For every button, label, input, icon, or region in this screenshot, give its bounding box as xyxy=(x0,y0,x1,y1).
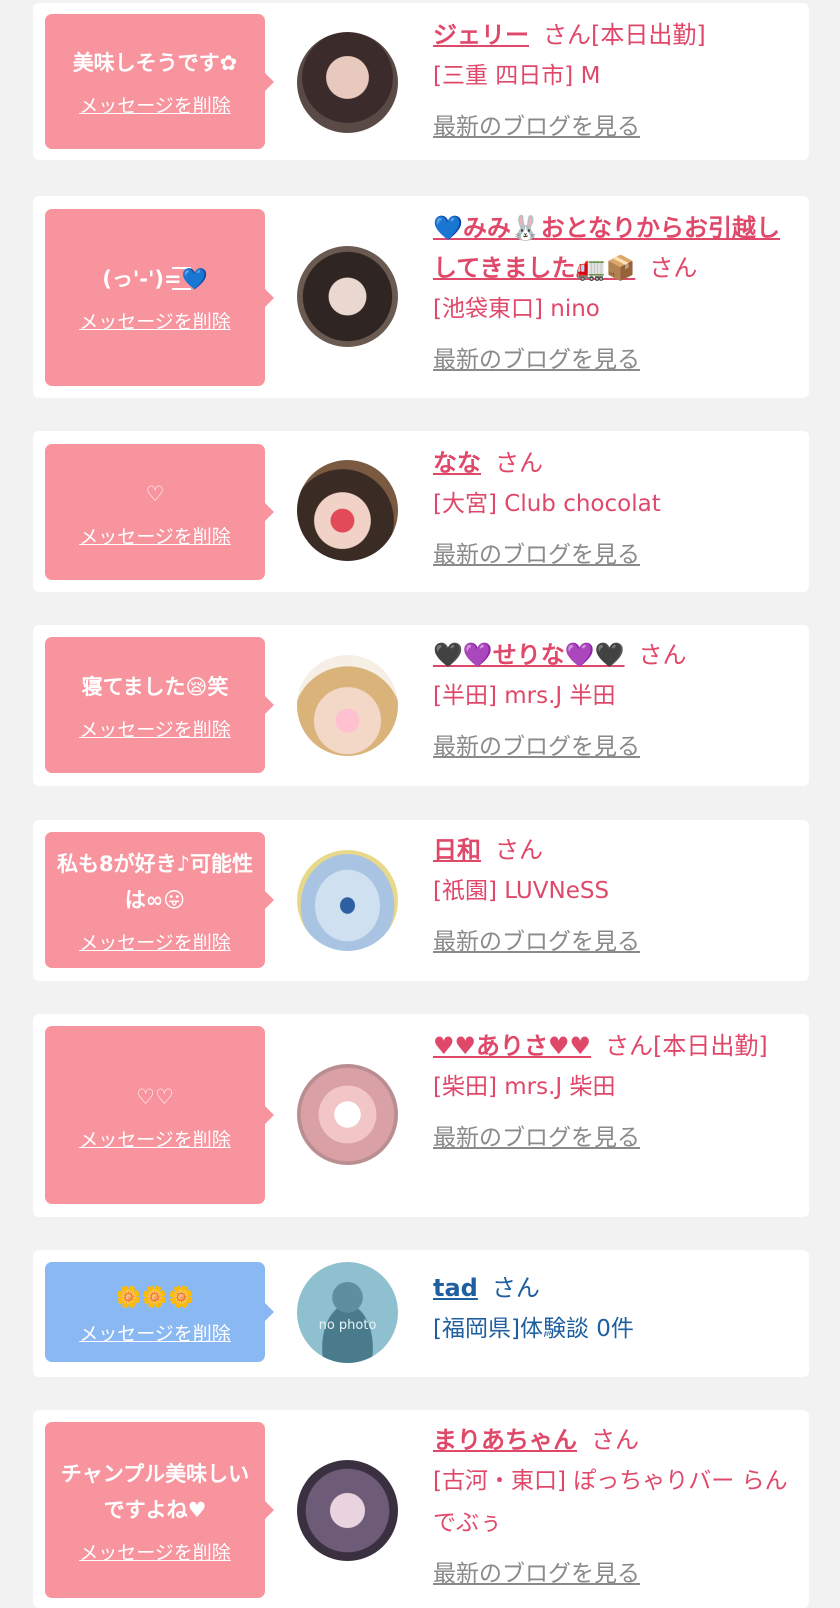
message-card: ♡♡ メッセージを削除 ♥♥ありさ♥♥ さん[本日出勤] [柴田] mrs.J 柴… xyxy=(33,1014,809,1217)
message-bubble: 私も8が好き♪可能性は∞😛 メッセージを削除 xyxy=(45,832,274,968)
message-text: 美味しそうです✿ xyxy=(72,51,238,75)
latest-blog-link[interactable]: 最新のブログを見る xyxy=(433,535,640,569)
profile-info: ジェリー さん[本日出勤] [三重 四日市] M 最新のブログを見る xyxy=(433,15,798,141)
profile-info: まりあちゃん さん [古河・東口] ぽっちゃりバー らんでぶぅ 最新のブログを見る xyxy=(433,1420,798,1588)
message-text: 私も8が好き♪可能性は∞😛 xyxy=(56,851,253,912)
message-text: (っ'-')=͟͟͞͞💙 xyxy=(102,267,208,291)
latest-blog-link[interactable]: 最新のブログを見る xyxy=(433,340,640,374)
delete-message-link[interactable]: メッセージを削除 xyxy=(79,715,231,742)
delete-message-link[interactable]: メッセージを削除 xyxy=(79,1538,231,1565)
profile-name-link[interactable]: 日和 xyxy=(433,836,481,864)
latest-blog-link[interactable]: 最新のブログを見る xyxy=(433,922,640,956)
name-suffix: さん xyxy=(495,836,543,864)
no-photo-text: no photo xyxy=(318,1318,377,1333)
avatar[interactable] xyxy=(297,850,398,951)
name-suffix: さん xyxy=(638,641,687,669)
message-bubble: 美味しそうです✿ メッセージを削除 xyxy=(45,14,274,149)
message-bubble: 寝てました😪笑 メッセージを削除 xyxy=(45,637,274,773)
delete-message-link[interactable]: メッセージを削除 xyxy=(79,522,231,549)
avatar[interactable] xyxy=(297,1064,398,1165)
message-text: ♡ xyxy=(145,481,165,506)
shop-info: [半田] mrs.J 半田 xyxy=(433,683,616,709)
shop-info: [祇園] LUVNeSS xyxy=(433,878,610,904)
latest-blog-link[interactable]: 最新のブログを見る xyxy=(433,107,640,141)
delete-message-link[interactable]: メッセージを削除 xyxy=(79,1319,231,1346)
latest-blog-link[interactable]: 最新のブログを見る xyxy=(433,1554,640,1588)
delete-message-link[interactable]: メッセージを削除 xyxy=(79,307,231,334)
profile-name-link[interactable]: tad xyxy=(433,1274,478,1302)
profile-info: ♥♥ありさ♥♥ さん[本日出勤] [柴田] mrs.J 柴田 最新のブログを見る xyxy=(433,1026,798,1152)
message-text: ♡♡ xyxy=(136,1084,174,1109)
avatar[interactable] xyxy=(297,460,398,561)
message-bubble: チャンプル美味しいですよね♥ メッセージを削除 xyxy=(45,1422,274,1598)
shop-info: [柴田] mrs.J 柴田 xyxy=(433,1074,616,1100)
avatar[interactable] xyxy=(297,655,398,756)
no-photo-avatar[interactable]: no photo xyxy=(297,1262,398,1363)
shop-info: [大宮] Club chocolat xyxy=(433,491,661,517)
message-bubble: ♡♡ メッセージを削除 xyxy=(45,1026,274,1204)
profile-info: 💙みみ🐰おとなりからお引越ししてきました🚛📦 さん [池袋東口] nino 最新の… xyxy=(433,208,798,374)
profile-name-link[interactable]: まりあちゃん xyxy=(433,1426,577,1454)
latest-blog-link[interactable]: 最新のブログを見る xyxy=(433,1118,640,1152)
profile-info: tad さん [福岡県]体験談 0件 xyxy=(433,1268,798,1350)
message-bubble: 🌼🌼🌼 メッセージを削除 xyxy=(45,1262,274,1362)
message-text: チャンプル美味しいですよね♥ xyxy=(60,1461,250,1522)
message-card: チャンプル美味しいですよね♥ メッセージを削除 まりあちゃん さん [古河・東口]… xyxy=(33,1410,809,1608)
shop-info: [古河・東口] ぽっちゃりバー らんでぶぅ xyxy=(433,1468,788,1536)
shop-info: [三重 四日市] M xyxy=(433,63,601,89)
shop-info: [福岡県]体験談 0件 xyxy=(433,1316,634,1342)
message-bubble: ♡ メッセージを削除 xyxy=(45,444,274,580)
message-card: (っ'-')=͟͟͞͞💙 メッセージを削除 💙みみ🐰おとなりからお引越ししてきま… xyxy=(33,196,809,398)
message-card: ♡ メッセージを削除 なな さん [大宮] Club chocolat 最新のブロ… xyxy=(33,431,809,592)
no-photo-image: no photo xyxy=(297,1262,398,1363)
profile-name-link[interactable]: 💙みみ🐰おとなりからお引越ししてきました🚛📦 xyxy=(433,214,780,282)
message-text: 🌼🌼🌼 xyxy=(115,1284,195,1309)
delete-message-link[interactable]: メッセージを削除 xyxy=(79,928,231,955)
message-bubble: (っ'-')=͟͟͞͞💙 メッセージを削除 xyxy=(45,209,274,386)
delete-message-link[interactable]: メッセージを削除 xyxy=(79,91,231,118)
avatar[interactable] xyxy=(297,1460,398,1561)
message-card: 美味しそうです✿ メッセージを削除 ジェリー さん[本日出勤] [三重 四日市] … xyxy=(33,3,809,160)
profile-name-link[interactable]: ジェリー xyxy=(433,21,529,49)
profile-info: 🖤💜せりな💜🖤 さん [半田] mrs.J 半田 最新のブログを見る xyxy=(433,635,798,761)
name-suffix: さん xyxy=(591,1426,639,1454)
name-suffix: さん[本日出勤] xyxy=(543,21,706,49)
message-text: 寝てました😪笑 xyxy=(81,674,229,699)
name-suffix: さん xyxy=(649,254,698,282)
message-card: 寝てました😪笑 メッセージを削除 🖤💜せりな💜🖤 さん [半田] mrs.J 半田… xyxy=(33,625,809,786)
message-card: 私も8が好き♪可能性は∞😛 メッセージを削除 日和 さん [祇園] LUVNeSS… xyxy=(33,820,809,981)
profile-name-link[interactable]: 🖤💜せりな💜🖤 xyxy=(433,641,625,669)
shop-info: [池袋東口] nino xyxy=(433,296,600,322)
avatar[interactable] xyxy=(297,32,398,133)
name-suffix: さん xyxy=(491,1274,540,1302)
message-list: 美味しそうです✿ メッセージを削除 ジェリー さん[本日出勤] [三重 四日市] … xyxy=(0,0,840,1608)
message-card: 🌼🌼🌼 メッセージを削除 no photo tad さん [福岡県]体験談 0件 xyxy=(33,1250,809,1377)
profile-info: なな さん [大宮] Club chocolat 最新のブログを見る xyxy=(433,443,798,569)
profile-name-link[interactable]: なな xyxy=(433,449,481,477)
latest-blog-link[interactable]: 最新のブログを見る xyxy=(433,727,640,761)
avatar[interactable] xyxy=(297,246,398,347)
profile-info: 日和 さん [祇園] LUVNeSS 最新のブログを見る xyxy=(433,830,798,956)
profile-name-link[interactable]: ♥♥ありさ♥♥ xyxy=(433,1032,591,1060)
name-suffix: さん xyxy=(495,449,543,477)
delete-message-link[interactable]: メッセージを削除 xyxy=(79,1125,231,1152)
name-suffix: さん[本日出勤] xyxy=(605,1032,768,1060)
